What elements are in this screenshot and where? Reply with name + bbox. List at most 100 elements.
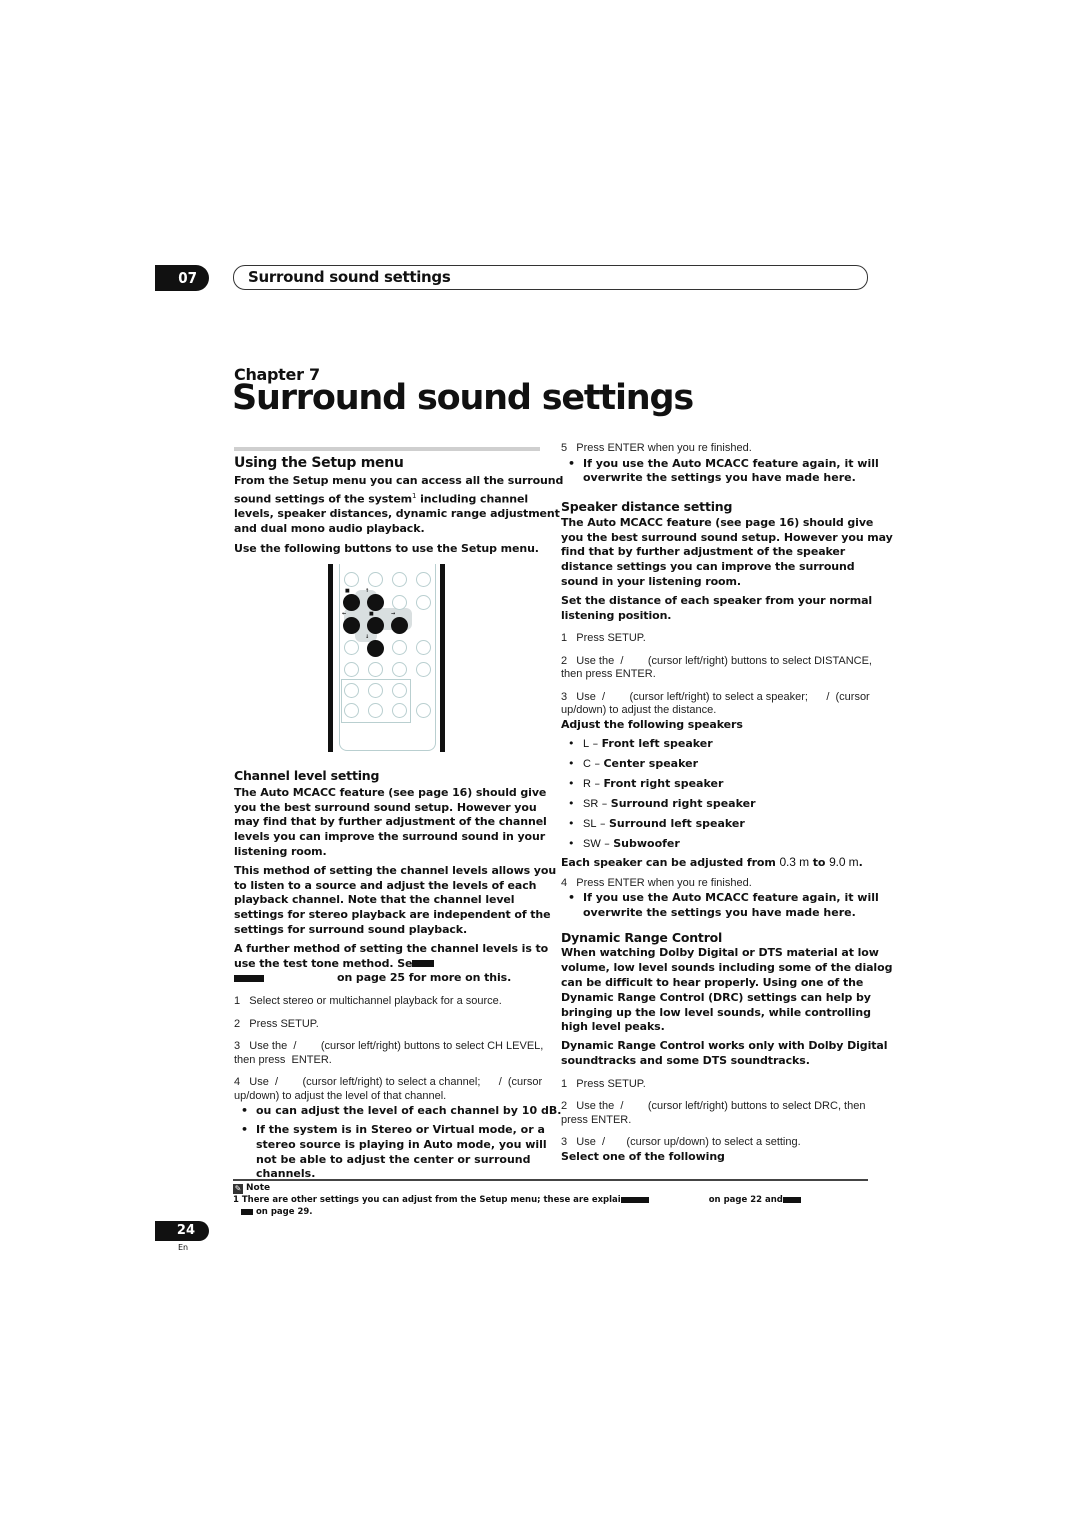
step-text: Select stereo or multichannel playback f… xyxy=(249,995,502,1008)
remote-control-icon: ■ ↑ ← ■ → ↓ xyxy=(328,564,445,752)
footnote: ✎ Note 1 There are other settings you can… xyxy=(233,1182,801,1218)
remote-button xyxy=(344,683,359,698)
cursor-up-button xyxy=(367,594,384,611)
remote-button xyxy=(416,662,431,677)
step-number: 5 xyxy=(561,442,568,454)
remote-button xyxy=(416,572,431,587)
button-label: ↓ xyxy=(365,634,370,640)
right-column: 5 Press ENTER when you re finished. If y… xyxy=(561,442,893,1165)
step-text: Use the / (cursor left/right) buttons to… xyxy=(561,654,876,681)
step-number: 3 xyxy=(561,1136,568,1149)
range-to: to xyxy=(808,855,830,869)
speaker-distance-para: Set the distance of each speaker from yo… xyxy=(561,593,873,622)
bullet-item: If you use the Auto MCACC feature again,… xyxy=(561,891,893,921)
step: 1 Press SETUP. xyxy=(561,1078,893,1092)
cursor-down-button xyxy=(367,640,384,657)
step-number: 2 xyxy=(234,1017,241,1030)
channel-level-para: The Auto MCACC feature (see page 16) sho… xyxy=(234,785,547,858)
chapter-title: Surround sound settings xyxy=(232,378,694,418)
cursor-left-button xyxy=(343,617,360,634)
setup-menu-intro: From the Setup menu you can access all t… xyxy=(234,474,564,537)
step-number: 1 xyxy=(561,632,568,645)
remote-button xyxy=(416,595,431,610)
remote-button xyxy=(392,572,407,587)
speaker-code: C xyxy=(583,757,591,770)
remote-button xyxy=(344,662,359,677)
remote-body: ■ ↑ ← ■ → ↓ xyxy=(339,564,436,751)
redacted-text xyxy=(782,1196,801,1203)
bullet-item: ou can adjust the level of each channel … xyxy=(234,1104,564,1119)
speaker-item: SR – Surround right speaker xyxy=(561,794,893,814)
remote-button xyxy=(344,640,359,655)
step: 1 Press SETUP. xyxy=(561,632,893,646)
speaker-distance-heading: Speaker distance setting xyxy=(561,499,733,515)
drc-list-heading: Select one of the following xyxy=(561,1149,725,1163)
redacted-text xyxy=(234,974,264,982)
speaker-item: SW – Subwoofer xyxy=(561,834,893,854)
step-number: 1 xyxy=(234,995,241,1008)
step-text: Use / (cursor left/right) to select a sp… xyxy=(561,690,873,717)
channel-level-para: A further method of setting the channel … xyxy=(234,942,564,986)
remote-button xyxy=(392,662,407,677)
speaker-code: SL xyxy=(583,817,597,830)
bullet-item: If you use the Auto MCACC feature again,… xyxy=(561,457,893,487)
step-number: 2 xyxy=(561,654,568,667)
step-text: Use the / (cursor left/right) buttons to… xyxy=(234,1040,547,1066)
setup-menu-instruction: Use the following buttons to use the Set… xyxy=(234,541,539,555)
section-title-bar: Surround sound settings xyxy=(233,265,868,290)
para-text: A further method of setting the channel … xyxy=(234,941,549,970)
step-number: 4 xyxy=(561,876,568,889)
step: 2 Press SETUP. xyxy=(234,1018,564,1032)
speaker-item: SL – Surround left speaker xyxy=(561,814,893,834)
redacted-text xyxy=(241,1208,253,1215)
button-label: ↑ xyxy=(365,588,370,594)
speaker-desc: Center speaker xyxy=(603,756,699,770)
speaker-distance-para: The Auto MCACC feature (see page 16) sho… xyxy=(561,515,893,589)
speaker-item: L – Front left speaker xyxy=(561,734,893,754)
step: 1 Select stereo or multichannel playback… xyxy=(234,995,564,1009)
section-title: Surround sound settings xyxy=(248,268,451,286)
redacted-text xyxy=(412,960,435,968)
speaker-code: R xyxy=(583,777,591,790)
pencil-note-icon: ✎ xyxy=(233,1184,243,1194)
channel-level-section: Channel level setting The Auto MCACC fea… xyxy=(234,768,564,1182)
remote-button xyxy=(392,640,407,655)
step-number: 3 xyxy=(561,690,568,703)
speaker-list-heading: Adjust the following speakers xyxy=(561,717,743,731)
speaker-desc: Surround left speaker xyxy=(608,816,745,830)
button-label: ■ xyxy=(369,611,374,617)
speaker-desc: Front left speaker xyxy=(601,736,713,750)
remote-button xyxy=(392,683,407,698)
button-label: ← xyxy=(342,611,347,617)
para-text: on page 25 for more on this. xyxy=(337,971,512,985)
step: 3 Use / (cursor left/right) to select a … xyxy=(561,691,893,718)
left-column: Using the Setup menu From the Setup menu… xyxy=(234,447,564,556)
note-text-part: on page 29. xyxy=(255,1207,313,1217)
page-number: 24 xyxy=(155,1221,209,1241)
remote-button xyxy=(344,703,359,718)
speaker-desc: Subwoofer xyxy=(613,836,680,850)
distance-range: Each speaker can be adjusted from 0.3 m … xyxy=(561,854,863,869)
speaker-list: L – Front left speaker C – Center speake… xyxy=(561,734,893,854)
speaker-item: R – Front right speaker xyxy=(561,774,893,794)
speaker-code: L xyxy=(583,737,590,750)
step: 5 Press ENTER when you re finished. xyxy=(561,442,893,456)
step-number: 3 xyxy=(234,1040,241,1053)
cursor-right-button xyxy=(391,617,408,634)
step-text: Press ENTER when you re finished. xyxy=(576,876,752,889)
note-label: Note xyxy=(246,1183,271,1193)
remote-button xyxy=(392,703,407,718)
remote-button xyxy=(368,683,383,698)
step-text: Press SETUP. xyxy=(249,1017,319,1030)
step-text: Use / (cursor left/right) to select a ch… xyxy=(234,1076,546,1102)
step: 2 Use the / (cursor left/right) buttons … xyxy=(561,655,893,682)
step: 3 Use / (cursor up/down) to select a set… xyxy=(561,1136,893,1150)
section-rule xyxy=(234,447,540,451)
step-text: Use the / (cursor left/right) buttons to… xyxy=(561,1100,869,1126)
drc-para: Dynamic Range Control works only with Do… xyxy=(561,1039,888,1068)
step: 4 Use / (cursor left/right) to select a … xyxy=(234,1076,564,1103)
step-text: Press SETUP. xyxy=(576,1077,646,1090)
remote-button xyxy=(368,572,383,587)
remote-edge-left xyxy=(328,564,333,752)
button-label: ■ xyxy=(345,588,350,594)
